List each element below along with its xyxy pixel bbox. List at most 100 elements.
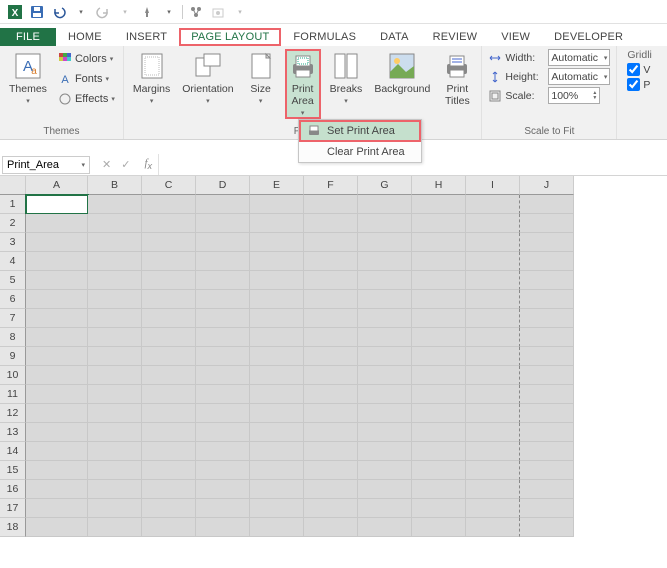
cell[interactable] — [466, 461, 520, 480]
cell[interactable] — [358, 423, 412, 442]
qat-custom-dropdown-icon[interactable]: ▾ — [231, 3, 249, 21]
cell[interactable] — [358, 366, 412, 385]
cell[interactable] — [142, 404, 196, 423]
cell[interactable] — [26, 499, 88, 518]
cell[interactable] — [26, 404, 88, 423]
cell[interactable] — [520, 271, 574, 290]
cell[interactable] — [142, 309, 196, 328]
cell[interactable] — [304, 404, 358, 423]
cell[interactable] — [304, 423, 358, 442]
cell[interactable] — [412, 385, 466, 404]
tab-view[interactable]: VIEW — [489, 28, 542, 46]
cell[interactable] — [412, 195, 466, 214]
cell[interactable] — [250, 461, 304, 480]
cell[interactable] — [466, 214, 520, 233]
tab-review[interactable]: REVIEW — [421, 28, 490, 46]
cell[interactable] — [304, 385, 358, 404]
cell[interactable] — [196, 271, 250, 290]
column-header[interactable]: B — [88, 176, 142, 195]
cell[interactable] — [520, 366, 574, 385]
cell[interactable] — [358, 480, 412, 499]
cell[interactable] — [520, 328, 574, 347]
cell[interactable] — [358, 233, 412, 252]
cell[interactable] — [88, 518, 142, 537]
cell[interactable] — [358, 328, 412, 347]
cell[interactable] — [466, 328, 520, 347]
row-header[interactable]: 15 — [0, 461, 26, 480]
row-header[interactable]: 8 — [0, 328, 26, 347]
cell[interactable] — [520, 518, 574, 537]
cell[interactable] — [304, 461, 358, 480]
cell[interactable] — [412, 233, 466, 252]
cell[interactable] — [250, 233, 304, 252]
cell[interactable] — [196, 423, 250, 442]
cell[interactable] — [196, 309, 250, 328]
cell[interactable] — [412, 480, 466, 499]
cell[interactable] — [520, 347, 574, 366]
background-button[interactable]: Background — [371, 49, 433, 97]
cell[interactable] — [412, 461, 466, 480]
cell[interactable] — [412, 252, 466, 271]
row-header[interactable]: 5 — [0, 271, 26, 290]
gridlines-print-checkbox[interactable]: P — [627, 78, 652, 91]
cell[interactable] — [412, 499, 466, 518]
cell[interactable] — [466, 347, 520, 366]
cell[interactable] — [466, 499, 520, 518]
print-area-button[interactable]: Print Area ▾ — [285, 49, 321, 119]
cell[interactable] — [88, 290, 142, 309]
cell[interactable] — [520, 290, 574, 309]
cell[interactable] — [466, 309, 520, 328]
cell[interactable] — [250, 442, 304, 461]
cell[interactable] — [250, 252, 304, 271]
cell[interactable] — [142, 252, 196, 271]
cell[interactable] — [412, 442, 466, 461]
row-header[interactable]: 17 — [0, 499, 26, 518]
row-header[interactable]: 10 — [0, 366, 26, 385]
cell[interactable] — [88, 423, 142, 442]
cell[interactable] — [26, 195, 88, 214]
cell[interactable] — [250, 347, 304, 366]
cell[interactable] — [26, 252, 88, 271]
cell[interactable] — [26, 328, 88, 347]
column-header[interactable]: H — [412, 176, 466, 195]
cell[interactable] — [88, 328, 142, 347]
cell[interactable] — [196, 290, 250, 309]
scale-spinner[interactable]: 100%▲▼ — [548, 87, 600, 104]
tab-page-layout[interactable]: PAGE LAYOUT — [179, 28, 281, 46]
cell[interactable] — [88, 385, 142, 404]
cell[interactable] — [142, 499, 196, 518]
touch-dropdown-icon[interactable]: ▾ — [160, 3, 178, 21]
cell[interactable] — [142, 461, 196, 480]
column-header[interactable]: F — [304, 176, 358, 195]
cell[interactable] — [304, 195, 358, 214]
breaks-button[interactable]: Breaks ▾ — [327, 49, 366, 107]
cell[interactable] — [196, 214, 250, 233]
height-combo[interactable]: Automatic▾ — [548, 68, 610, 85]
cell[interactable] — [358, 385, 412, 404]
cell[interactable] — [26, 442, 88, 461]
cell[interactable] — [520, 499, 574, 518]
cell[interactable] — [142, 233, 196, 252]
row-header[interactable]: 13 — [0, 423, 26, 442]
effects-button[interactable]: Effects ▾ — [56, 89, 117, 108]
clear-print-area-item[interactable]: Clear Print Area — [299, 142, 421, 162]
cell[interactable] — [304, 499, 358, 518]
cell[interactable] — [26, 366, 88, 385]
cell[interactable] — [466, 233, 520, 252]
row-header[interactable]: 18 — [0, 518, 26, 537]
column-header[interactable]: D — [196, 176, 250, 195]
cell[interactable] — [250, 214, 304, 233]
cell[interactable] — [304, 347, 358, 366]
cell[interactable] — [358, 404, 412, 423]
tab-file[interactable]: FILE — [0, 28, 56, 46]
cell[interactable] — [250, 480, 304, 499]
row-header[interactable]: 2 — [0, 214, 26, 233]
cell[interactable] — [26, 385, 88, 404]
cell[interactable] — [466, 366, 520, 385]
cell[interactable] — [520, 480, 574, 499]
cell[interactable] — [304, 252, 358, 271]
cell[interactable] — [88, 252, 142, 271]
row-header[interactable]: 16 — [0, 480, 26, 499]
cell[interactable] — [88, 271, 142, 290]
orientation-button[interactable]: Orientation ▾ — [179, 49, 236, 107]
